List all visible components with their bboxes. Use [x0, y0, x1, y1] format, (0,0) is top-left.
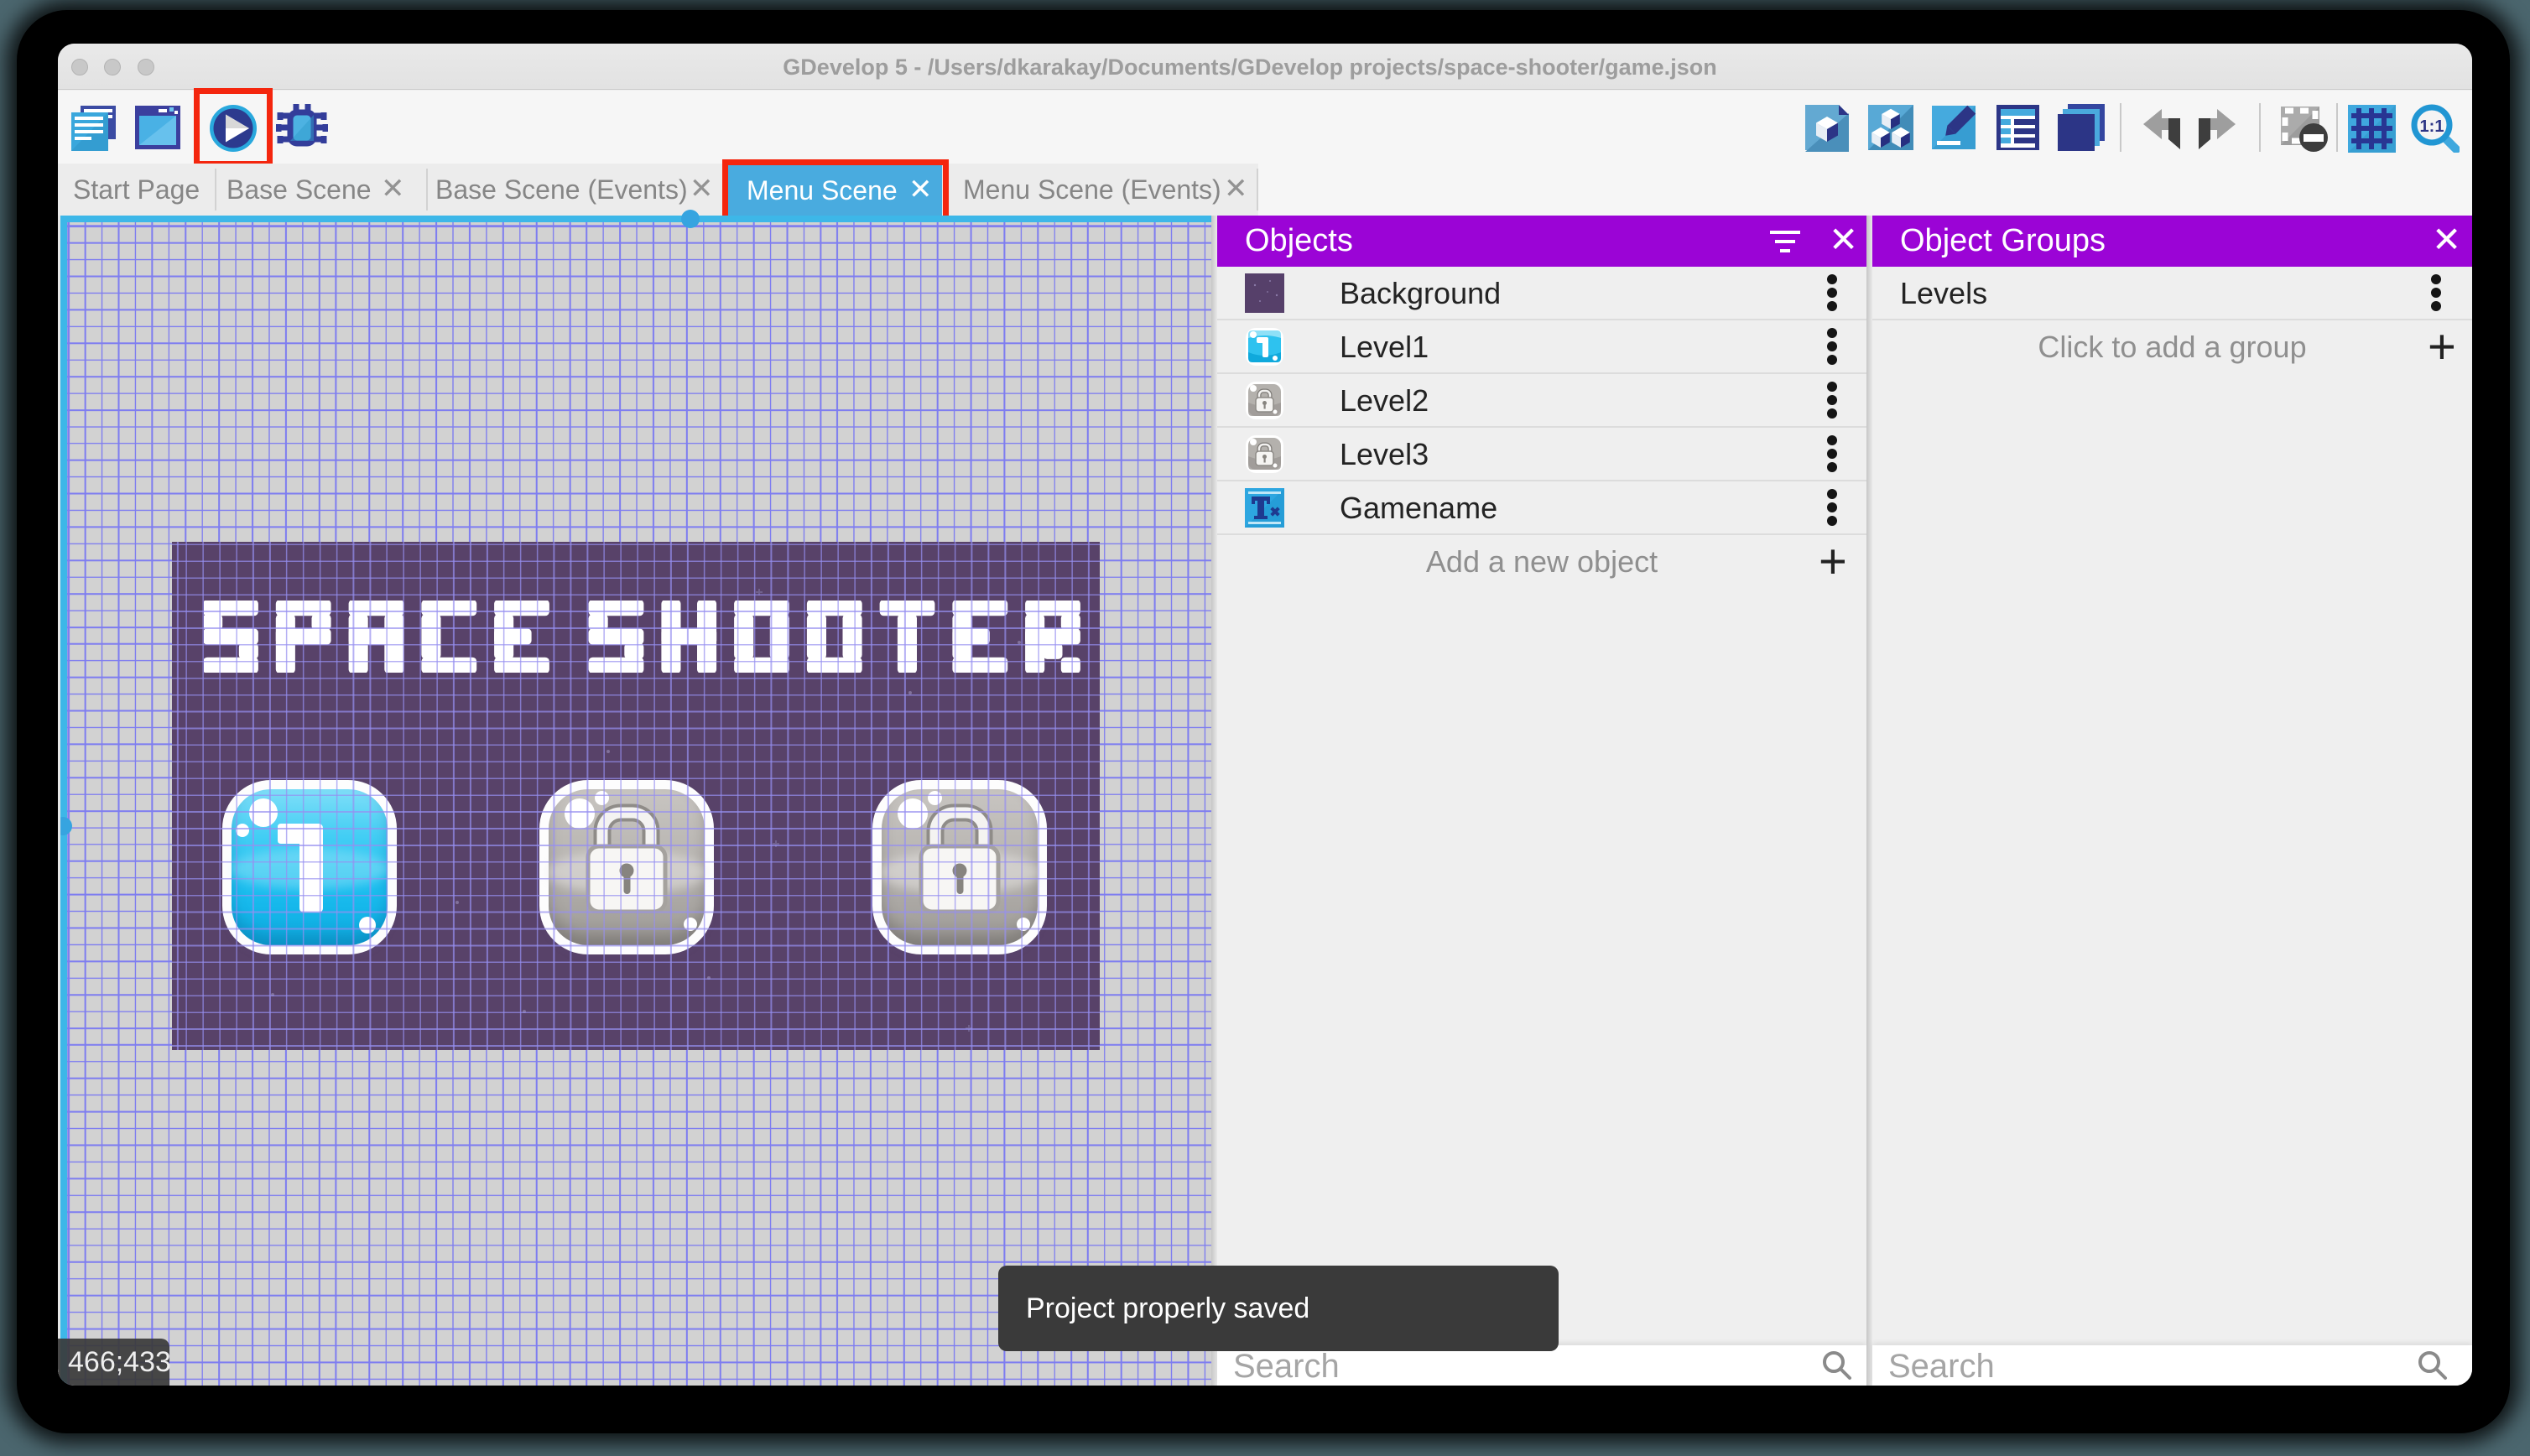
- svg-text:1:1: 1:1: [2420, 117, 2444, 136]
